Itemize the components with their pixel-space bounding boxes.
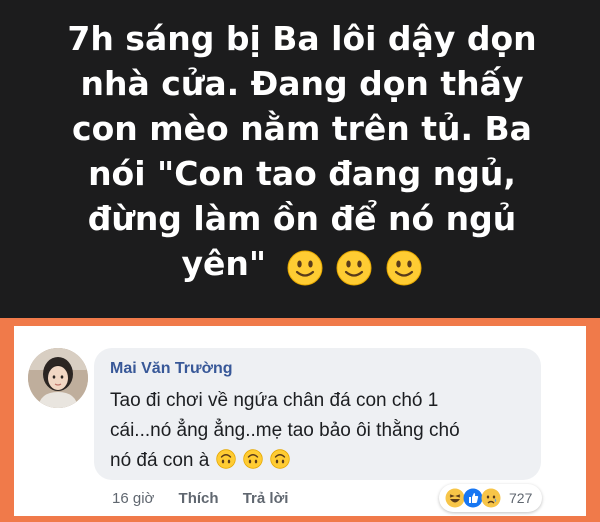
slightly-smiling-face-icon (386, 250, 422, 285)
reaction-summary[interactable]: 727 (439, 484, 542, 512)
status-last-line: yên" (22, 241, 582, 288)
sad-icon (481, 488, 501, 508)
comment-line: Tao đi chơi về ngứa chân đá con chó 1 (110, 390, 439, 411)
avatar-photo-icon (28, 348, 88, 408)
avatar[interactable] (28, 348, 88, 408)
upside-down-face-icon (215, 449, 236, 469)
status-post: 7h sáng bị Ba lôi dậy dọn nhà cửa. Đang … (0, 0, 600, 318)
comment-line: cái...nó ẳng ẳng..mẹ tao bảo ôi thằng ch… (110, 420, 460, 441)
comment-text: Tao đi chơi về ngứa chân đá con chó 1 cá… (110, 386, 530, 476)
upside-down-face-icon (243, 449, 263, 469)
status-line: nói "Con tao đang ngủ, (88, 154, 516, 193)
haha-icon (445, 488, 465, 508)
reaction-count: 727 (509, 490, 533, 506)
comment-line: nó đá con à (110, 450, 210, 471)
slightly-smiling-face-icon (287, 250, 323, 285)
status-text: 7h sáng bị Ba lôi dậy dọn nhà cửa. Đang … (22, 16, 582, 288)
comment-bubble: Mai Văn Trường Tao đi chơi về ngứa chân … (94, 348, 541, 480)
reply-link[interactable]: Trả lời (243, 490, 289, 507)
smiley-emoji-row (286, 243, 423, 288)
like-icon (463, 488, 483, 508)
comment-last-line: nó đá con à (110, 446, 530, 476)
status-line: nhà cửa. Đang dọn thấy (80, 64, 524, 103)
comment-actions: 16 giờ Thích Trả lời (112, 490, 308, 510)
upside-down-face-icon (270, 449, 290, 469)
status-line: con mèo nằm trên tủ. Ba (72, 109, 532, 148)
comment-timestamp[interactable]: 16 giờ (112, 490, 154, 507)
comment-screenshot-frame: Mai Văn Trường Tao đi chơi về ngứa chân … (0, 318, 600, 522)
status-line: yên" (181, 244, 267, 283)
status-line: 7h sáng bị Ba lôi dậy dọn (67, 19, 537, 58)
comment-panel: Mai Văn Trường Tao đi chơi về ngứa chân … (14, 326, 586, 516)
meme-image: 7h sáng bị Ba lôi dậy dọn nhà cửa. Đang … (0, 0, 600, 522)
like-link[interactable]: Thích (179, 490, 219, 507)
status-line: đừng làm ồn để nó ngủ (87, 199, 517, 238)
comment-author-name[interactable]: Mai Văn Trường (110, 360, 233, 378)
slightly-smiling-face-icon (336, 250, 372, 285)
